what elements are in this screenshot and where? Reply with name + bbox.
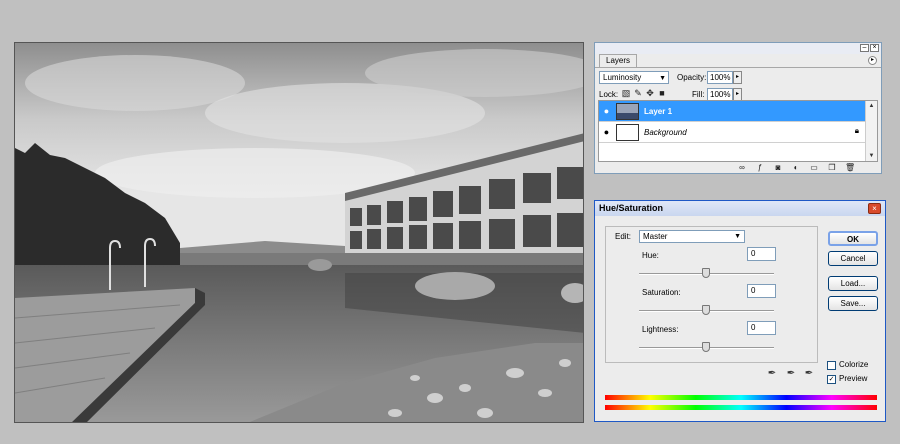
preview-label: Preview [839,374,868,383]
ok-button[interactable]: OK [828,231,878,246]
document-canvas[interactable] [14,42,584,423]
layer-style-icon[interactable]: ƒ [755,163,765,172]
layer-list: ● Layer 1 ● Background 🔒︎ ▲ ▼ [598,100,878,162]
layer-row-layer-1[interactable]: ● Layer 1 [599,101,865,122]
layers-panel: – × Layers ▸ Luminosity ▼ Opacity: 100% … [594,42,882,174]
panel-footer: ∞ ƒ ◙ ◐ ▭ ❐ 🗑︎ [595,162,881,173]
eyedropper-minus-icon[interactable]: ✒ [803,368,815,380]
colorize-label: Colorize [839,360,869,369]
layer-list-scrollbar[interactable]: ▲ ▼ [865,101,877,161]
tab-layers[interactable]: Layers [599,54,638,67]
grayscale-photo [15,43,583,422]
blend-row: Luminosity ▼ Opacity: 100% ▸ [595,67,881,85]
layer-row-background[interactable]: ● Background 🔒︎ [599,122,865,143]
layer-thumbnail [616,124,639,141]
lightness-slider-thumb[interactable] [702,342,710,352]
panel-menu-icon[interactable]: ▸ [868,56,877,65]
minimize-icon[interactable]: – [860,44,869,52]
chevron-down-icon: ▼ [734,233,741,240]
edit-select[interactable]: Master ▼ [639,230,745,243]
colorize-checkbox[interactable] [827,361,836,370]
input-hue-bar [605,395,877,400]
opacity-slider-button[interactable]: ▸ [733,71,742,84]
save-button[interactable]: Save... [828,296,878,311]
output-hue-bar [605,405,877,410]
opacity-input[interactable]: 100% [707,71,733,84]
hue-input[interactable]: 0 [747,247,776,261]
blend-mode-select[interactable]: Luminosity ▼ [599,71,669,84]
eyedropper-icon[interactable]: ✒ [766,368,778,380]
close-icon[interactable]: × [870,44,879,52]
edit-value: Master [643,232,668,241]
lock-transparent-icon[interactable]: ▧ [621,88,631,99]
new-group-icon[interactable]: ▭ [809,163,819,172]
panel-titlebar[interactable]: – × [595,43,881,54]
layer-name: Background [644,128,687,137]
hue-label: Hue: [642,251,659,260]
scroll-up-icon[interactable]: ▲ [866,101,877,111]
cancel-button[interactable]: Cancel [828,251,878,266]
eyedropper-plus-icon[interactable]: ✒ [785,368,797,380]
layer-thumbnail [616,103,639,120]
saturation-label: Saturation: [642,288,681,297]
link-layers-icon[interactable]: ∞ [737,163,747,172]
layer-name: Layer 1 [644,107,673,116]
load-button[interactable]: Load... [828,276,878,291]
saturation-slider-thumb[interactable] [702,305,710,315]
saturation-input[interactable]: 0 [747,284,776,298]
dialog-title[interactable]: Hue/Saturation [595,201,885,216]
lock-brush-icon[interactable]: ✎ [633,88,643,99]
lightness-input[interactable]: 0 [747,321,776,335]
lock-move-icon[interactable]: ✥ [645,88,655,99]
eye-icon[interactable]: ● [600,126,613,139]
hue-slider-thumb[interactable] [702,268,710,278]
eye-icon[interactable]: ● [600,105,613,118]
trash-icon[interactable]: 🗑︎ [845,163,855,172]
preview-checkbox[interactable]: ✓ [827,375,836,384]
adjustment-group [605,226,818,363]
edit-label: Edit: [615,232,632,241]
lock-icon: 🔒︎ [854,126,859,135]
hue-saturation-dialog: Hue/Saturation × Edit: Master ▼ Hue: 0 S… [594,200,886,422]
close-icon[interactable]: × [868,203,881,214]
blend-mode-value: Luminosity [603,73,642,82]
layer-mask-icon[interactable]: ◙ [773,163,783,172]
lock-all-icon[interactable]: ■ [657,88,667,99]
scroll-down-icon[interactable]: ▼ [866,151,877,161]
chevron-down-icon: ▼ [659,75,666,82]
adjustment-layer-icon[interactable]: ◐ [791,163,801,172]
new-layer-icon[interactable]: ❐ [827,163,837,172]
lightness-label: Lightness: [642,325,679,334]
opacity-label: Opacity: [677,73,707,82]
